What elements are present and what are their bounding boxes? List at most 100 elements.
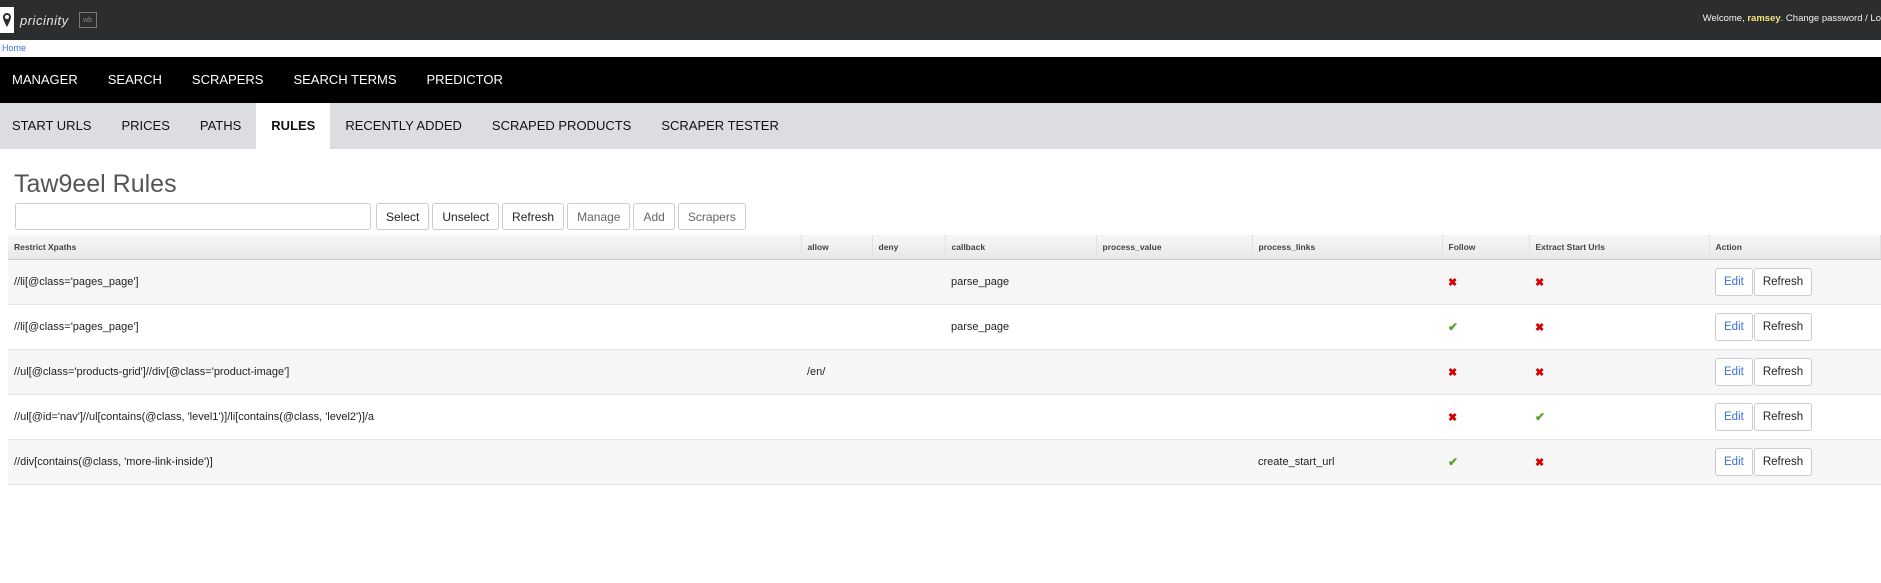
col-deny[interactable]: deny: [872, 235, 946, 260]
row-refresh-button[interactable]: Refresh: [1753, 313, 1813, 341]
cell-process-links: create_start_url: [1252, 439, 1442, 485]
cell-allow: [801, 439, 872, 485]
main-nav-search-terms[interactable]: SEARCH TERMS: [281, 57, 408, 103]
app-logo[interactable]: pricinity wb: [0, 7, 97, 33]
main-nav-manager[interactable]: MANAGER: [0, 57, 90, 103]
col-allow[interactable]: allow: [801, 235, 873, 260]
tab-rules[interactable]: RULES: [256, 103, 331, 149]
col-extract-start-urls[interactable]: Extract Start Urls: [1529, 235, 1710, 260]
row-refresh-button[interactable]: Refresh: [1753, 358, 1813, 386]
edit-button[interactable]: Edit: [1715, 358, 1753, 386]
cell-callback: [945, 439, 1096, 485]
cell-follow: ✖: [1442, 259, 1529, 305]
row-refresh-button[interactable]: Refresh: [1753, 268, 1813, 296]
cell-process-value: [1096, 439, 1252, 485]
row-refresh-button[interactable]: Refresh: [1753, 448, 1813, 476]
search-input[interactable]: [15, 203, 371, 230]
refresh-button[interactable]: Refresh: [502, 203, 565, 230]
top-header: pricinity wb Welcome, ramsey. Change pas…: [0, 0, 1881, 40]
table-row: //div[contains(@class, 'more-link-inside…: [8, 439, 1881, 485]
tab-paths[interactable]: PATHS: [185, 103, 256, 149]
cell-deny: [872, 304, 945, 350]
welcome-text: Welcome,: [1702, 13, 1748, 24]
breadcrumb: Home: [0, 40, 1881, 57]
edit-button[interactable]: Edit: [1715, 448, 1753, 476]
check-icon: ✔: [1448, 455, 1459, 469]
select-button[interactable]: Select: [376, 203, 430, 230]
cell-extract: ✖: [1529, 304, 1709, 350]
logout-link[interactable]: Lo: [1870, 13, 1881, 24]
cell-extract: ✖: [1529, 439, 1709, 485]
cell-callback: parse_page: [945, 259, 1096, 305]
cell-follow: ✔: [1442, 304, 1529, 350]
cell-extract: ✔: [1529, 394, 1709, 440]
cell-follow: ✖: [1442, 349, 1529, 395]
cell-allow: [801, 259, 872, 305]
cell-xpath: //ul[@class='products-grid']//div[@class…: [8, 349, 801, 395]
cell-callback: [945, 349, 1096, 395]
main-nav-predictor[interactable]: PREDICTOR: [415, 57, 515, 103]
cell-xpath: //div[contains(@class, 'more-link-inside…: [8, 439, 801, 485]
table-row: //li[@class='pages_page'] parse_page ✖ ✖ Edi…: [8, 259, 1881, 305]
cross-icon: ✖: [1448, 366, 1458, 379]
cell-follow: ✔: [1442, 439, 1529, 485]
main-nav: MANAGER SEARCH SCRAPERS SEARCH TERMS PRE…: [0, 57, 1881, 103]
cell-allow: [801, 394, 872, 440]
change-password-link[interactable]: Change password: [1786, 13, 1863, 24]
cross-icon: ✖: [1448, 276, 1458, 289]
breadcrumb-home-link[interactable]: Home: [2, 43, 26, 53]
col-follow[interactable]: Follow: [1442, 235, 1530, 260]
rules-table-wrapper: Restrict Xpaths allow deny callback proc…: [8, 235, 1881, 485]
table-row: //ul[@id='nav']//ul[contains(@class, 'le…: [8, 394, 1881, 440]
cell-action: Edit Refresh: [1709, 259, 1881, 305]
edit-button[interactable]: Edit: [1715, 268, 1753, 296]
cell-xpath: //ul[@id='nav']//ul[contains(@class, 'le…: [8, 394, 801, 440]
col-action: Action: [1709, 235, 1881, 260]
cell-extract: ✖: [1529, 259, 1709, 305]
cell-allow: /en/: [801, 349, 872, 395]
manage-button[interactable]: Manage: [567, 203, 631, 230]
col-callback[interactable]: callback: [945, 235, 1097, 260]
tab-scraper-tester[interactable]: SCRAPER TESTER: [646, 103, 794, 149]
cell-callback: parse_page: [945, 304, 1096, 350]
cell-process-value: [1096, 349, 1252, 395]
row-refresh-button[interactable]: Refresh: [1753, 403, 1813, 431]
unselect-button[interactable]: Unselect: [432, 203, 500, 230]
col-process-value[interactable]: process_value: [1096, 235, 1253, 260]
edit-button[interactable]: Edit: [1715, 403, 1753, 431]
cross-icon: ✖: [1535, 366, 1545, 379]
cell-deny: [872, 394, 945, 440]
table-row: //li[@class='pages_page'] parse_page ✔ ✖ Edi…: [8, 304, 1881, 350]
cell-process-links: [1252, 394, 1442, 440]
logo-text: pricinity: [20, 12, 69, 28]
cell-xpath: //li[@class='pages_page']: [8, 304, 801, 350]
cell-action: Edit Refresh: [1709, 304, 1881, 350]
table-row: //ul[@class='products-grid']//div[@class…: [8, 349, 1881, 395]
cell-follow: ✖: [1442, 394, 1529, 440]
col-restrict-xpaths[interactable]: Restrict Xpaths: [8, 235, 802, 260]
tab-scraped-products[interactable]: SCRAPED PRODUCTS: [477, 103, 646, 149]
cross-icon: ✖: [1535, 276, 1545, 289]
cell-xpath: //li[@class='pages_page']: [8, 259, 801, 305]
username: ramsey: [1747, 13, 1781, 24]
scrapers-button[interactable]: Scrapers: [677, 203, 746, 230]
col-process-links[interactable]: process_links: [1252, 235, 1443, 260]
cell-deny: [872, 349, 945, 395]
main-nav-scrapers[interactable]: SCRAPERS: [180, 57, 276, 103]
cell-process-value: [1096, 304, 1252, 350]
cross-icon: ✖: [1448, 411, 1458, 424]
tab-recently-added[interactable]: RECENTLY ADDED: [330, 103, 477, 149]
main-nav-search[interactable]: SEARCH: [96, 57, 174, 103]
cell-extract: ✖: [1529, 349, 1709, 395]
toolbar: Select Unselect Refresh Manage Add Scrap…: [15, 203, 749, 230]
edit-button[interactable]: Edit: [1715, 313, 1753, 341]
tab-prices[interactable]: PRICES: [106, 103, 184, 149]
cell-process-value: [1096, 394, 1252, 440]
cell-action: Edit Refresh: [1709, 394, 1881, 440]
tab-start-urls[interactable]: START URLS: [0, 103, 106, 149]
check-icon: ✔: [1535, 410, 1546, 424]
cell-process-value: [1096, 259, 1252, 305]
add-button[interactable]: Add: [633, 203, 675, 230]
rules-table: Restrict Xpaths allow deny callback proc…: [8, 235, 1881, 485]
cross-icon: ✖: [1535, 456, 1545, 469]
